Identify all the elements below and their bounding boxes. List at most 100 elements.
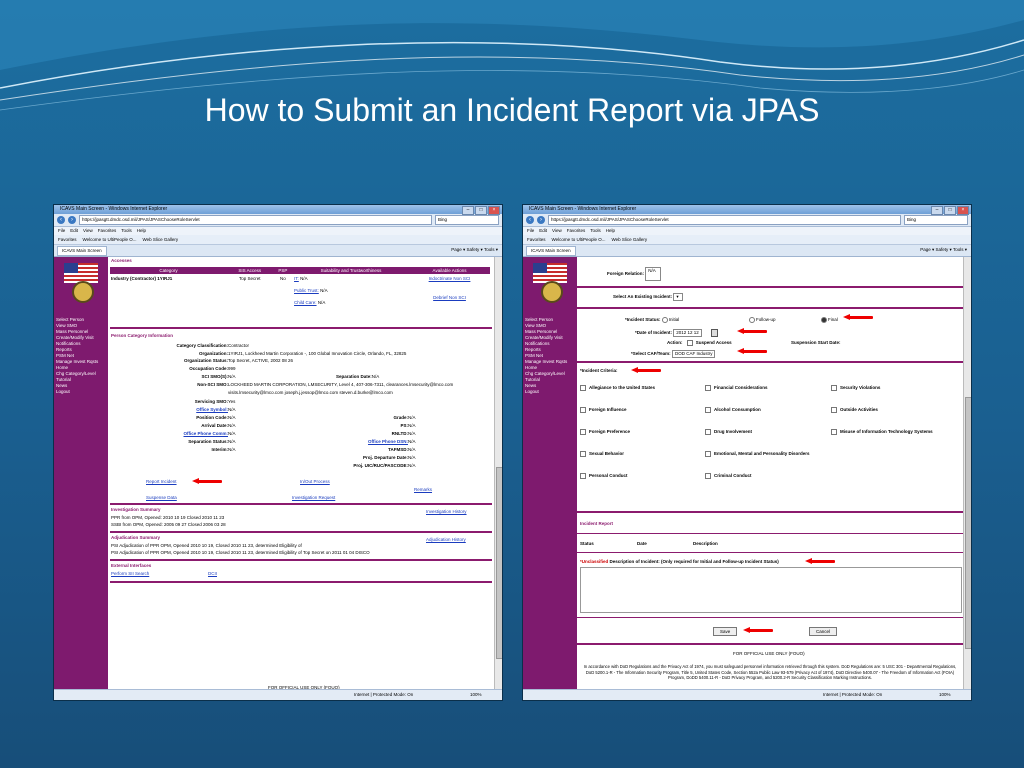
criteria-checkbox[interactable] (580, 407, 586, 413)
suspend-access-checkbox[interactable] (686, 340, 693, 346)
cancel-button[interactable]: Cancel (809, 627, 838, 636)
back-icon[interactable]: ‹ (57, 216, 65, 224)
window-titlebar: ICAVS Main Screen - Windows Internet Exp… (54, 205, 502, 215)
menu-file[interactable]: File (58, 227, 65, 235)
dcii-link[interactable]: DCII (208, 571, 217, 576)
criteria-checkbox[interactable] (705, 429, 711, 435)
debrief-link[interactable]: Debrief Non SCI (410, 295, 489, 300)
divider (110, 503, 492, 505)
save-button[interactable]: Save (713, 627, 738, 636)
menu-help[interactable]: Help (137, 227, 146, 235)
minimize-button[interactable]: – (931, 206, 943, 215)
zoom-level[interactable]: 100% (470, 690, 482, 700)
category-cell: Industry (Contractor) 1YIRJ1 (111, 276, 173, 281)
criteria-option: Alcohol Consumption (705, 407, 761, 413)
criteria-checkbox[interactable] (705, 385, 711, 391)
zoom-level[interactable]: 100% (939, 690, 951, 700)
radio-label: Follow-up (756, 317, 776, 323)
maximize-button[interactable]: □ (944, 206, 956, 215)
adjudication-history-link[interactable]: Adjudication History (426, 537, 466, 542)
search-input[interactable]: Bing (435, 215, 499, 225)
description-textarea[interactable] (580, 567, 962, 613)
investigation-history-link[interactable]: Investigation History (426, 509, 467, 514)
tab-bar: ICAVS Main Screen Page ▾ Safety ▾ Tools … (523, 245, 971, 257)
field-value: N/A (408, 415, 416, 420)
command-bar[interactable]: Page ▾ Safety ▾ Tools ▾ (451, 247, 498, 253)
menu-view[interactable]: View (83, 227, 93, 235)
col-header: PSP (272, 267, 294, 274)
close-button[interactable]: × (488, 206, 500, 215)
menu-edit[interactable]: Edit (70, 227, 78, 235)
criteria-checkbox[interactable] (580, 473, 586, 479)
field-row: SCI SMO(S): (202, 374, 229, 379)
field-row: Occupation Code: (189, 366, 228, 371)
menu-favorites[interactable]: Favorites (567, 227, 586, 235)
indoctrinate-link[interactable]: Indoctrinate Non SCI (410, 276, 489, 281)
browser-tab[interactable]: ICAVS Main Screen (57, 245, 107, 256)
criteria-checkbox[interactable] (705, 407, 711, 413)
scrollbar-thumb[interactable] (496, 467, 502, 659)
menu-file[interactable]: File (527, 227, 534, 235)
back-icon[interactable]: ‹ (526, 216, 534, 224)
investigation-request-link[interactable]: Investigation Request (292, 495, 335, 500)
criteria-checkbox[interactable] (705, 451, 711, 457)
scrollbar[interactable] (963, 257, 971, 690)
nav-item[interactable]: Logout (525, 389, 567, 395)
in-out-process-link[interactable]: In/Out Process (300, 479, 330, 484)
status-radio[interactable] (749, 317, 755, 323)
forward-icon[interactable]: › (537, 216, 545, 224)
public-trust-link[interactable]: Public Trust: (294, 288, 319, 293)
url-input[interactable]: https://jpasgtt.dmdc.osd.mil/JPAS/JPASCh… (548, 215, 901, 225)
criteria-checkbox[interactable] (580, 451, 586, 457)
maximize-button[interactable]: □ (475, 206, 487, 215)
menu-edit[interactable]: Edit (539, 227, 547, 235)
command-bar[interactable]: Page ▾ Safety ▾ Tools ▾ (920, 247, 967, 253)
favorite-link[interactable]: Web Slice Gallery (142, 235, 178, 244)
scrollbar[interactable] (494, 257, 502, 690)
forward-icon[interactable]: › (68, 216, 76, 224)
caf-team-select[interactable]: DOD CAF Industry (671, 350, 716, 358)
child-care-link[interactable]: Child Care: (294, 300, 317, 305)
menu-favorites[interactable]: Favorites (98, 227, 117, 235)
close-button[interactable]: × (957, 206, 969, 215)
minimize-button[interactable]: – (462, 206, 474, 215)
criteria-checkbox[interactable] (580, 429, 586, 435)
remarks-link[interactable]: Remarks (414, 487, 432, 492)
favorites-button[interactable]: Favorites (58, 235, 77, 244)
divider (577, 552, 963, 553)
favorite-link[interactable]: Welcome to UltiPeople O... (83, 235, 137, 244)
search-input[interactable]: Bing (904, 215, 968, 225)
favorite-link[interactable]: Welcome to UltiPeople O... (552, 235, 606, 244)
criteria-checkbox[interactable] (831, 429, 837, 435)
sii-search-link[interactable]: Perform SII Search (111, 571, 149, 576)
menu-view[interactable]: View (552, 227, 562, 235)
browser-tab[interactable]: ICAVS Main Screen (526, 245, 576, 256)
url-input[interactable]: https://jpasgtt.dmdc.osd.mil/JPAS/JPASCh… (79, 215, 432, 225)
criteria-checkbox[interactable] (831, 407, 837, 413)
status-radio[interactable] (821, 317, 827, 323)
menu-bar: File Edit View Favorites Tools Help (54, 227, 502, 235)
menu-tools[interactable]: Tools (121, 227, 132, 235)
foreign-relation-input[interactable]: N/A (645, 267, 662, 281)
date-input[interactable]: 2012 12 12 (673, 329, 702, 337)
field-row: Organization Status: (184, 358, 228, 363)
favorite-link[interactable]: Web Slice Gallery (611, 235, 647, 244)
report-incident-link[interactable]: Report Incident (146, 479, 177, 484)
field-row: Interim: (211, 447, 228, 452)
favorites-button[interactable]: Favorites (527, 235, 546, 244)
suspense-data-link[interactable]: Suspense Data (146, 495, 177, 500)
nav-item[interactable]: Logout (56, 389, 98, 395)
criteria-checkbox[interactable] (705, 473, 711, 479)
col-header: Available Actions (409, 267, 490, 274)
existing-incident-select[interactable]: ▾ (673, 293, 684, 301)
menu-help[interactable]: Help (606, 227, 615, 235)
field-row: Non-SCI SMO: (197, 382, 228, 387)
calendar-icon[interactable] (711, 329, 719, 337)
criteria-checkbox[interactable] (831, 385, 837, 391)
menu-tools[interactable]: Tools (590, 227, 601, 235)
accesses-table: Category SIS Access PSP Suitability and … (110, 267, 490, 307)
status-radio[interactable] (661, 317, 668, 323)
criteria-checkbox[interactable] (580, 385, 586, 391)
scrollbar-thumb[interactable] (965, 397, 971, 649)
it-link[interactable]: IT: (294, 276, 299, 281)
